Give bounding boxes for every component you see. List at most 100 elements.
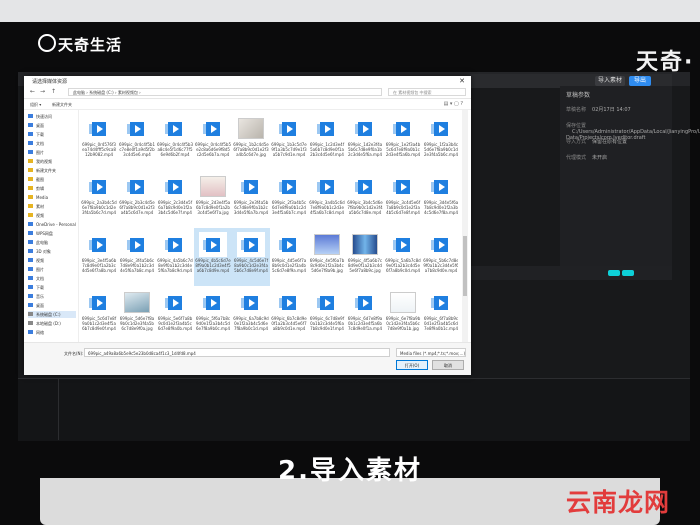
import-media-button[interactable]: 导入素材 <box>595 76 625 86</box>
timeline-area[interactable] <box>18 378 690 441</box>
dialog-footer <box>24 342 471 375</box>
folder-icon <box>28 195 33 199</box>
file-item[interactable]: 699pic_3b4c5d6e7f8a9b0c1d2e3f4a5b6c7d8e.… <box>346 170 384 228</box>
sidebar-item[interactable]: 下载 <box>28 131 76 138</box>
file-item[interactable]: 699pic_2a3b4c5d6e7f8a9b0c1d2e3f4a5b6c7d.… <box>80 170 118 228</box>
back-arrow-icon[interactable]: ← <box>30 88 35 95</box>
file-name: 699pic_6f7a8b9c0d1e2f3a4b5c6d7e8f9a0b1c.… <box>423 316 458 331</box>
sidebar-item[interactable]: 桌面 <box>28 302 76 309</box>
sidebar-item[interactable]: 剪辑 <box>28 185 76 192</box>
sidebar-item[interactable]: 网络 <box>28 329 76 336</box>
file-item[interactable]: 699pic_1e2f3a4b5c6d7e8f9a0b1c2d3e4f5a6b.… <box>384 112 422 170</box>
sidebar-item[interactable]: OneDrive - Personal <box>28 221 76 228</box>
sidebar-item[interactable]: WPS网盘 <box>28 230 76 237</box>
file-item[interactable]: 699pic_1b3c5d7e9f1a3b5c7d9e1f3a5b7c9d1e.… <box>270 112 308 170</box>
image-thumbnail-icon <box>200 176 226 197</box>
sidebar-item[interactable]: 文档 <box>28 275 76 282</box>
file-item[interactable]: 699pic_4b5c6d7e8f9a0b1c2d3e4f5a6b7c8d9e.… <box>194 228 232 286</box>
sidebar-item[interactable]: 新建文件夹 <box>28 167 76 174</box>
file-item[interactable]: 699pic_3f4a5b6c7d8e9f0a1b2c3d4e5f6a7b8c.… <box>118 228 156 286</box>
file-item[interactable]: 699pic_5e6f7a8b9c0d1e2f3a4b5c6d7e8f9a0b.… <box>156 286 194 342</box>
sidebar-item[interactable]: 本地磁盘 (D:) <box>28 320 76 327</box>
video-file-icon <box>355 296 372 310</box>
sidebar-item[interactable]: 文档 <box>28 140 76 147</box>
sidebar-item[interactable]: 音乐 <box>28 293 76 300</box>
file-item[interactable]: 699pic_6b7c8d9e0f1a2b3c4d5e6f7a8b9c0d1e.… <box>270 286 308 342</box>
file-item[interactable]: 699pic_0r4576f3ea74d4fff5c9ca812b9082.mp… <box>80 112 118 170</box>
sidebar-item[interactable]: 下载 <box>28 284 76 291</box>
file-item[interactable]: 699pic_5a6b7c8d9e0f1a2b3c4d5e6f7a8b9c0d.… <box>384 228 422 286</box>
timeline-toggle-b[interactable] <box>622 270 634 276</box>
file-name: 699pic_4d5e6f7a8b9c0d1e2f3a4b5c6d7e8f9a.… <box>271 258 307 273</box>
scrollbar-thumb[interactable] <box>463 236 467 296</box>
file-item[interactable]: 699pic_3c4d5e6f7a8b9c0d1e2f3a4b5c6d7e8f.… <box>384 170 422 228</box>
file-item[interactable]: 699pic_4e5f6a7b8c9d0e1f2a3b4c5d6e7f8a9b.… <box>308 228 346 286</box>
video-file-icon <box>279 296 296 310</box>
file-item[interactable]: 699pic_2d3e4f5a6b7c8d9e0f1a2b3c4d5e6f7a.… <box>194 170 232 228</box>
video-file-icon <box>89 238 106 252</box>
file-item[interactable]: 699pic_2f3a4b5c6d7e8f9a0b1c2d3e4f5a6b7c.… <box>270 170 308 228</box>
sidebar-item-label: 视频 <box>36 213 44 218</box>
property-value: 保留在原有位置 <box>592 139 628 145</box>
organize-button[interactable]: 组织 ▾ <box>30 102 41 108</box>
file-item[interactable]: 699pic_4c5d6e7f8a9b0c1d2e3f4a5b6c7d8e9f.… <box>232 228 270 286</box>
file-item[interactable]: 699pic_1d2e3f4a5b6c7d8e9f0a1b2c3d4e5f6a.… <box>346 112 384 170</box>
folder-icon <box>28 168 33 172</box>
file-item[interactable]: 699pic_5c6d7e8f9a0b1c2d3e4f5a6b7c8d9e0f.… <box>80 286 118 342</box>
file-item[interactable]: 699pic_6a7b8c9d0e1f2a3b4c5d6e7f8a9b0c1d.… <box>232 286 270 342</box>
file-item[interactable]: 699pic_2b3c4d5e6f7a8b9c0d1e2f3a4b5c6d7e.… <box>118 170 156 228</box>
open-button[interactable]: 打开(O) <box>396 360 428 370</box>
video-file-icon <box>127 122 144 136</box>
file-item[interactable]: 699pic_2e3f4a5b6c7d8e9f0a1b2c3d4e5f6a7b.… <box>232 170 270 228</box>
file-item[interactable]: 699pic_5b6c7d8e9f0a1b2c3d4e5f6a7b8c9d0e.… <box>422 228 458 286</box>
file-item[interactable]: 699pic_3d4e5f6a7b8c9d0e1f2a3b4c5d6e7f8a.… <box>422 170 458 228</box>
vertical-scrollbar[interactable] <box>462 110 468 342</box>
sidebar-item[interactable]: 我的视频 <box>28 158 76 165</box>
file-item[interactable]: 699pic_1b2c4d5e6f7a8b9c0d1e2f3a4b5c6d7e.… <box>232 112 270 170</box>
cancel-button[interactable]: 取消 <box>432 360 464 370</box>
filename-input[interactable]: 699pic_a49a8a6b5e9c5e23b0d8ca4f1c3_1d4fd… <box>84 348 390 357</box>
file-item[interactable]: 699pic_3a4b5c6d7e8f9a0b1c2d3e4f5a6b7c8d.… <box>308 170 346 228</box>
file-name: 699pic_5d6e7f8a9b0c1d2e3f4a5b6c7d8e9f0a.… <box>119 316 155 331</box>
search-input[interactable]: 在 素材视频包 中搜索 <box>388 88 466 96</box>
file-item[interactable]: 699pic_0r4c4f5b1c7e8e0f1a9d5f2b3c4d5e6.m… <box>118 112 156 170</box>
address-bar[interactable]: 此电脑 › 系统磁盘 (C:) › 素材视频包 › <box>68 88 382 96</box>
sidebar-item[interactable]: 系统磁盘 (C:) <box>28 311 76 318</box>
export-button[interactable]: 导出 <box>629 76 651 86</box>
file-item[interactable]: 699pic_2c3d4e5f6a7b8c9d0e1f2a3b4c5d6e7f.… <box>156 170 194 228</box>
file-item[interactable]: 699pic_6d7e8f9a0b1c2d3e4f5a6b7c8d9e0f1a.… <box>346 286 384 342</box>
up-arrow-icon[interactable]: ↑ <box>51 88 56 95</box>
forward-arrow-icon[interactable]: → <box>40 88 45 95</box>
file-item[interactable]: 699pic_1c2d3e4f5a6b7c8d9e0f1a2b3c4d5e6f.… <box>308 112 346 170</box>
file-item[interactable]: 699pic_5d6e7f8a9b0c1d2e3f4a5b6c7d8e9f0a.… <box>118 286 156 342</box>
sidebar-item[interactable]: 视频 <box>28 257 76 264</box>
sidebar-item[interactable]: 图片 <box>28 149 76 156</box>
file-item[interactable]: 699pic_6e7f8a9b0c1d2e3f4a5b6c7d8e9f0a1b.… <box>384 286 422 342</box>
file-item[interactable]: 699pic_4d5e6f7a8b9c0d1e2f3a4b5c6d7e8f9a.… <box>270 228 308 286</box>
sidebar-item[interactable]: 截图 <box>28 176 76 183</box>
file-item[interactable]: 699pic_3e4f5a6b7c8d9e0f1a2b3c4d5e6f7a8b.… <box>80 228 118 286</box>
file-item[interactable]: 699pic_4f5a6b7c8d9e0f1a2b3c4d5e6f7a8b9c.… <box>346 228 384 286</box>
sidebar-item[interactable]: 3D 对象 <box>28 248 76 255</box>
sidebar-item[interactable]: 图片 <box>28 266 76 273</box>
sidebar-item[interactable]: Media <box>28 194 76 201</box>
close-icon[interactable]: ✕ <box>459 77 465 85</box>
timeline-toggle-a[interactable] <box>608 270 620 276</box>
file-name: 699pic_1d2e3f4a5b6c7d8e9f0a1b2c3d4e5f6a.… <box>347 142 383 157</box>
file-item[interactable]: 699pic_6f7a8b9c0d1e2f3a4b5c6d7e8f9a0b1c.… <box>422 286 458 342</box>
sidebar-item[interactable]: 视频 <box>28 212 76 219</box>
file-item[interactable]: 699pic_5f6a7b8c9d0e1f2a3b4c5d6e7f8a9b0c.… <box>194 286 232 342</box>
file-item[interactable]: 699pic_6c7d8e9f0a1b2c3d4e5f6a7b8c9d0e1f.… <box>308 286 346 342</box>
file-item[interactable]: 699pic_0r4c4f5b5e2c8a6d6e9f8d5c2d5e6b7a.… <box>194 112 232 170</box>
file-item[interactable]: 699pic_1f2a3b4c5d6e7f8a9b0c1d2e3f4a5b6c.… <box>422 112 458 170</box>
new-folder-button[interactable]: 新建文件夹 <box>52 102 72 108</box>
file-item[interactable]: 699pic_0r4c4f5b3a8c4e5f1d6c77f56e9d6b2f.… <box>156 112 194 170</box>
sidebar-item[interactable]: 桌面 <box>28 122 76 129</box>
sidebar-item[interactable]: 快速访问 <box>28 113 76 120</box>
filetype-select[interactable]: Media files (*.mp4;*.ts;*.mov;…) <box>396 348 466 357</box>
sidebar-item[interactable]: 素材 <box>28 203 76 210</box>
sidebar-item[interactable]: 此电脑 <box>28 239 76 246</box>
file-item[interactable]: 699pic_4a5b6c7d8e9f0a1b2c3d4e5f6a7b8c9d.… <box>156 228 194 286</box>
video-file-icon <box>393 122 410 136</box>
view-options-icon[interactable]: ▤ ▾ ▢ ? <box>444 101 463 107</box>
